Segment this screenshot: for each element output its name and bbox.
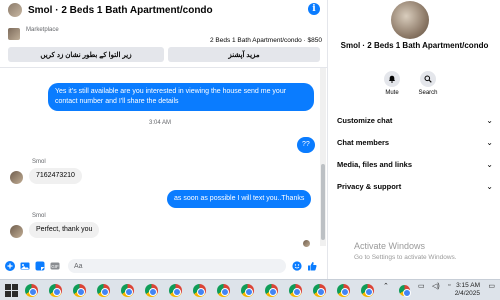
windows-taskbar: ⌃ ▭ ◁) ▫ 3:15 AM 2/4/2025 ▭	[0, 279, 500, 300]
sticker-icon[interactable]	[35, 261, 45, 271]
chrome-icon[interactable]	[192, 283, 207, 298]
activation-watermark-subtitle: Go to Settings to activate Windows.	[354, 254, 457, 261]
emoji-icon[interactable]	[292, 261, 302, 271]
search-icon	[420, 71, 436, 87]
message-outgoing: Yes it's still available are you interes…	[48, 83, 314, 111]
conversation-details-panel: Smol · 2 Beds 1 Bath Apartment/condo Mut…	[329, 0, 500, 279]
clock-time: 3:15 AM	[456, 282, 480, 289]
chrome-icon[interactable]	[264, 283, 279, 298]
chrome-icon[interactable]	[336, 283, 351, 298]
message-bubble[interactable]: as soon as possible I will text you..Tha…	[167, 190, 312, 208]
message-incoming: Perfect, thank you	[29, 222, 100, 238]
chevron-down-icon: ⌄	[486, 115, 493, 125]
notification-icon[interactable]: ▫	[448, 282, 450, 289]
row-label: Media, files and links	[337, 159, 413, 169]
chevron-down-icon: ⌄	[486, 181, 493, 191]
chrome-icon[interactable]	[288, 283, 303, 298]
chrome-icon[interactable]	[120, 283, 135, 298]
message-bubble[interactable]: 7162473210	[29, 168, 82, 184]
chat-scrollbar[interactable]	[320, 68, 326, 246]
chevron-down-icon: ⌄	[486, 137, 493, 147]
plus-icon[interactable]	[5, 261, 15, 271]
listing-title[interactable]: 2 Beds 1 Bath Apartment/condo · $850	[210, 37, 322, 44]
chrome-icon[interactable]	[360, 283, 375, 298]
marketplace-label: Marketplace	[26, 27, 59, 33]
row-label: Customize chat	[337, 115, 393, 125]
sender-name: Smol	[32, 159, 46, 165]
search-button[interactable]: Search	[413, 71, 443, 96]
chrome-icon[interactable]	[312, 283, 327, 298]
message-outgoing: ??	[297, 137, 315, 153]
message-bubble[interactable]: ??	[297, 137, 315, 153]
side-conversation-title: Smol · 2 Beds 1 Bath Apartment/condo	[340, 41, 489, 50]
chrome-icon[interactable]	[168, 283, 183, 298]
chat-pane: Smol · 2 Beds 1 Bath Apartment/condo i M…	[0, 0, 328, 279]
chevron-down-icon: ⌄	[486, 159, 493, 169]
customize-chat-row[interactable]: Customize chat ⌄	[337, 113, 493, 127]
marketplace-banner: Marketplace 2 Beds 1 Bath Apartment/cond…	[0, 22, 328, 68]
bell-icon	[384, 71, 400, 87]
chat-members-row[interactable]: Chat members ⌄	[337, 135, 493, 149]
svg-text:GIF: GIF	[51, 264, 59, 269]
chat-header: Smol · 2 Beds 1 Bath Apartment/condo i	[0, 0, 328, 20]
row-label: Chat members	[337, 137, 390, 147]
mute-label: Mute	[385, 90, 399, 96]
speaker-icon[interactable]: ◁)	[432, 282, 440, 290]
clock-date: 2/4/2025	[454, 290, 480, 297]
message-bubble[interactable]: Perfect, thank you	[29, 222, 100, 238]
conversation-title[interactable]: Smol · 2 Beds 1 Bath Apartment/condo	[28, 5, 213, 16]
sender-name: Smol	[32, 213, 46, 219]
media-files-row[interactable]: Media, files and links ⌄	[337, 157, 493, 171]
network-icon[interactable]: ▭	[418, 282, 425, 290]
chrome-icon[interactable]	[96, 283, 111, 298]
message-bubble[interactable]: Yes it's still available are you interes…	[48, 83, 314, 111]
chrome-icon[interactable]	[216, 283, 231, 298]
chrome-icon[interactable]	[72, 283, 87, 298]
more-options-button[interactable]: مزید آپشنز	[168, 47, 320, 62]
image-icon[interactable]	[20, 261, 30, 271]
search-label: Search	[418, 90, 438, 96]
composer: GIF Aa	[0, 255, 328, 277]
windows-start-icon[interactable]	[4, 283, 19, 298]
info-icon[interactable]: i	[308, 3, 320, 15]
message-incoming: 7162473210	[29, 168, 82, 184]
chrome-icon[interactable]	[24, 283, 39, 298]
timestamp-separator: 3:04 AM	[148, 120, 171, 126]
mute-button[interactable]: Mute	[377, 71, 407, 96]
avatar[interactable]	[8, 3, 22, 17]
chrome-icon[interactable]	[144, 283, 159, 298]
message-outgoing: as soon as possible I will text you..Tha…	[167, 190, 312, 208]
chrome-icon[interactable]	[48, 283, 63, 298]
action-center-icon[interactable]: ▭	[488, 282, 495, 290]
listing-thumbnail[interactable]	[8, 28, 20, 40]
chrome-icon[interactable]	[398, 284, 413, 299]
row-label: Privacy & support	[337, 181, 402, 191]
app-root: Smol · 2 Beds 1 Bath Apartment/condo i M…	[0, 0, 500, 300]
scroll-thumb[interactable]	[321, 164, 325, 240]
listing-photo[interactable]	[391, 1, 429, 39]
mark-pending-button[interactable]: زیر التوا کے بطور نشان زد کریں	[8, 47, 164, 62]
read-receipt-avatar	[303, 240, 310, 247]
privacy-support-row[interactable]: Privacy & support ⌄	[337, 179, 493, 193]
chevron-up-icon[interactable]: ⌃	[383, 282, 389, 290]
gif-icon[interactable]: GIF	[50, 261, 60, 271]
avatar[interactable]	[10, 225, 23, 238]
avatar[interactable]	[10, 171, 23, 184]
like-icon[interactable]	[307, 261, 317, 271]
message-input[interactable]: Aa	[68, 259, 286, 273]
activation-watermark-title: Activate Windows	[354, 241, 426, 251]
taskbar-clock[interactable]: 3:15 AM 2/4/2025	[455, 282, 480, 298]
chrome-icon[interactable]	[240, 283, 255, 298]
